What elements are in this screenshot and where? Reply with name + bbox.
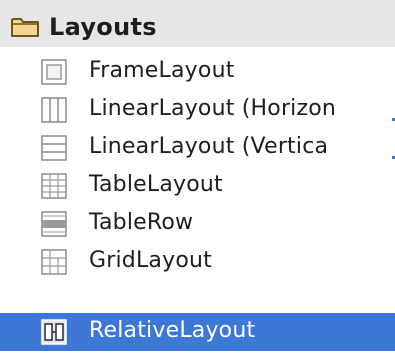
palette-item-tablelayout[interactable]: TableLayout — [0, 167, 395, 205]
palette-item-label: LinearLayout (Vertica — [89, 134, 329, 159]
layouts-group-header[interactable]: Layouts — [0, 0, 395, 47]
palette-item-linearlayout-horizontal[interactable]: LinearLayout (Horizon — [0, 91, 395, 129]
table-row-icon — [41, 211, 67, 237]
folder-icon — [11, 18, 39, 37]
palette-panel: Layouts FrameLayout LinearLayout (Horizo… — [0, 0, 395, 356]
group-title: Layouts — [49, 13, 157, 41]
frame-layout-icon — [41, 59, 67, 85]
linear-layout-vertical-icon — [41, 135, 67, 161]
grid-layout-icon — [41, 249, 67, 275]
relative-layout-icon — [41, 319, 67, 345]
palette-item-label: RelativeLayout — [89, 318, 256, 343]
palette-item-label: TableLayout — [89, 172, 223, 197]
linear-layout-horizontal-icon — [41, 97, 67, 123]
palette-item-linearlayout-vertical[interactable]: LinearLayout (Vertica — [0, 129, 395, 167]
palette-item-tablerow[interactable]: TableRow — [0, 205, 395, 243]
palette-item-gridlayout[interactable]: GridLayout — [0, 243, 395, 281]
palette-item-label: FrameLayout — [89, 58, 235, 83]
table-layout-icon — [41, 173, 67, 199]
palette-item-label: GridLayout — [89, 248, 212, 273]
palette-item-framelayout[interactable]: FrameLayout — [0, 53, 395, 91]
palette-item-relativelayout[interactable]: RelativeLayout — [0, 313, 395, 351]
palette-item-label: LinearLayout (Horizon — [89, 96, 337, 121]
palette-item-label: TableRow — [89, 210, 194, 235]
